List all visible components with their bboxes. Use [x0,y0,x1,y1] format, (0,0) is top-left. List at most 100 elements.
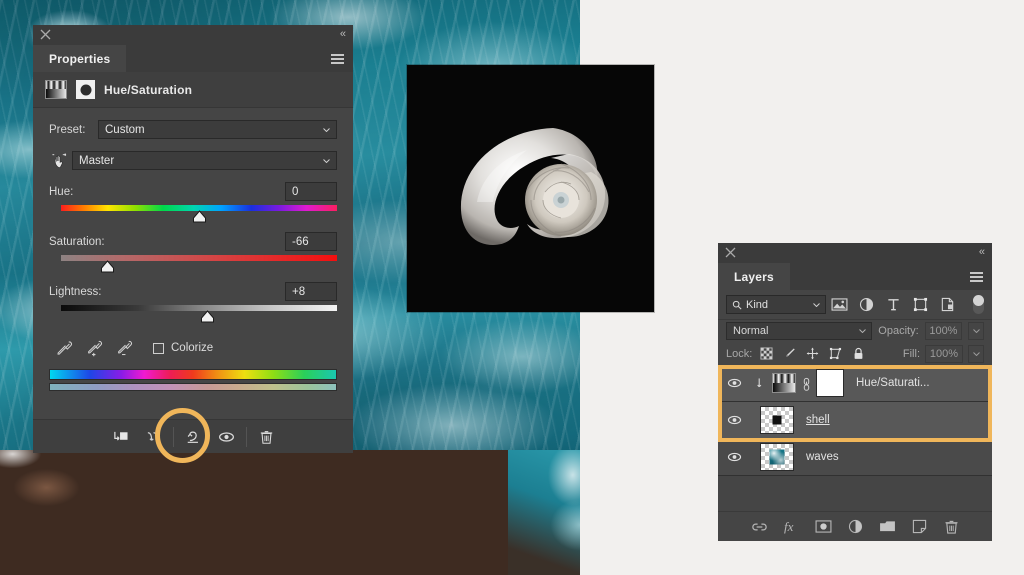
lock-transparent-pixels-icon[interactable] [757,345,775,363]
hue-slider-thumb[interactable] [192,210,207,223]
layers-footer-toolbar: fx [718,511,992,541]
layer-name[interactable]: Hue/Saturati... [856,377,930,389]
saturation-slider[interactable] [61,255,337,273]
tab-properties-label: Properties [49,52,110,66]
delete-layer-button[interactable] [942,517,961,536]
channel-value: Master [79,155,114,167]
lock-artboard-nesting-icon[interactable] [826,345,844,363]
fill-dropdown-icon[interactable] [968,345,984,363]
close-icon[interactable] [725,247,736,258]
tab-layers-label: Layers [734,270,774,284]
preset-value: Custom [105,124,145,136]
properties-footer-toolbar [33,419,353,453]
photoshop-workspace: « Properties Hue/Saturation Preset: Cust… [0,0,1024,575]
panel-menu-icon[interactable] [331,54,344,66]
toggle-visibility-button[interactable] [210,420,243,454]
close-icon[interactable] [40,29,51,40]
filter-enable-toggle[interactable] [973,295,984,314]
hue-spectrum-bar[interactable] [49,369,337,380]
filter-shape-icon[interactable] [907,294,934,316]
filter-pixel-icon[interactable] [826,294,853,316]
fill-input[interactable]: 100% [925,345,963,363]
layer-thumbnail[interactable] [760,406,794,434]
new-group-button[interactable] [878,517,897,536]
colorize-control[interactable]: Colorize [153,342,213,354]
channel-row: Master [49,151,337,170]
colorize-label: Colorize [171,342,213,354]
layer-name[interactable]: shell [806,414,830,426]
lock-row: Lock: [718,342,992,365]
layer-visibility-toggle[interactable] [718,377,750,389]
lock-image-pixels-icon[interactable] [780,345,798,363]
new-layer-button[interactable] [910,517,929,536]
reset-button[interactable] [177,420,210,454]
toolbar-divider [246,427,247,447]
lightness-slider-thumb[interactable] [200,310,215,323]
saturation-value: -66 [292,236,309,248]
lock-all-icon[interactable] [849,345,867,363]
blend-mode-select[interactable]: Normal [726,322,872,340]
eyedropper-minus-icon[interactable] [109,337,139,359]
hue-slider-block: Hue: 0 [49,182,337,223]
chevron-down-icon [859,329,866,333]
preset-select[interactable]: Custom [98,120,337,139]
table-row[interactable]: waves [718,439,992,476]
chevron-down-icon [813,303,820,307]
shell-document-canvas[interactable] [407,65,654,312]
layer-name[interactable]: waves [806,451,839,463]
layer-mask-icon[interactable] [76,80,95,99]
layer-mask-thumbnail[interactable] [816,369,844,397]
layer-thumbnail[interactable] [760,443,794,471]
hue-value-input[interactable]: 0 [285,182,337,201]
collapse-double-chevron-icon[interactable]: « [979,247,984,258]
saturation-value-input[interactable]: -66 [285,232,337,251]
filter-adjustment-icon[interactable] [853,294,880,316]
layer-style-button[interactable]: fx [782,517,801,536]
opacity-value: 100% [929,325,957,337]
eyedropper-plus-icon[interactable] [79,337,109,359]
collapse-double-chevron-icon[interactable]: « [340,29,345,40]
lightness-value: +8 [292,286,305,298]
layers-tabbar: Layers [718,263,992,290]
filter-smart-object-icon[interactable] [934,294,961,316]
on-image-adjustment-hand-icon[interactable] [49,152,72,170]
hue-slider[interactable] [61,205,337,223]
opacity-dropdown-icon[interactable] [968,322,984,340]
opacity-input[interactable]: 100% [925,322,963,340]
lock-position-icon[interactable] [803,345,821,363]
new-adjustment-layer-button[interactable] [846,517,865,536]
preset-label: Preset: [49,124,98,136]
preset-row: Preset: Custom [49,120,337,139]
layer-visibility-toggle[interactable] [718,414,750,426]
link-mask-icon[interactable] [796,376,816,391]
colorize-checkbox[interactable] [153,343,164,354]
eyedropper-row: Colorize [49,337,337,359]
link-layers-button[interactable] [750,517,769,536]
filter-type-icon[interactable] [880,294,907,316]
channel-select[interactable]: Master [72,151,337,170]
layers-titlebar: « [718,243,992,263]
saturation-slider-thumb[interactable] [100,260,115,273]
hue-result-spectrum-bar[interactable] [49,383,337,391]
properties-tabbar: Properties [33,45,353,72]
delete-adjustment-button[interactable] [250,420,283,454]
view-previous-state-button[interactable] [137,420,170,454]
table-row[interactable]: shell [718,402,992,439]
layer-list: Hue/Saturati... shell [718,365,992,476]
lightness-slider[interactable] [61,305,337,323]
eyedropper-icon[interactable] [49,337,79,359]
layer-adjustment-thumbnail[interactable] [772,373,796,393]
panel-menu-icon[interactable] [970,272,983,284]
add-layer-mask-button[interactable] [814,517,833,536]
hue-saturation-adjustment-icon[interactable] [45,80,67,99]
lightness-value-input[interactable]: +8 [285,282,337,301]
adjustment-title: Hue/Saturation [104,83,192,97]
layer-visibility-toggle[interactable] [718,451,750,463]
table-row[interactable]: Hue/Saturati... [718,365,992,402]
clipping-mask-indicator-icon [750,377,772,390]
tab-properties[interactable]: Properties [33,45,126,72]
layers-panel: « Layers Kind [718,243,992,541]
tab-layers[interactable]: Layers [718,263,790,290]
filter-kind-select[interactable]: Kind [726,295,826,314]
clip-to-layer-button[interactable] [104,420,137,454]
